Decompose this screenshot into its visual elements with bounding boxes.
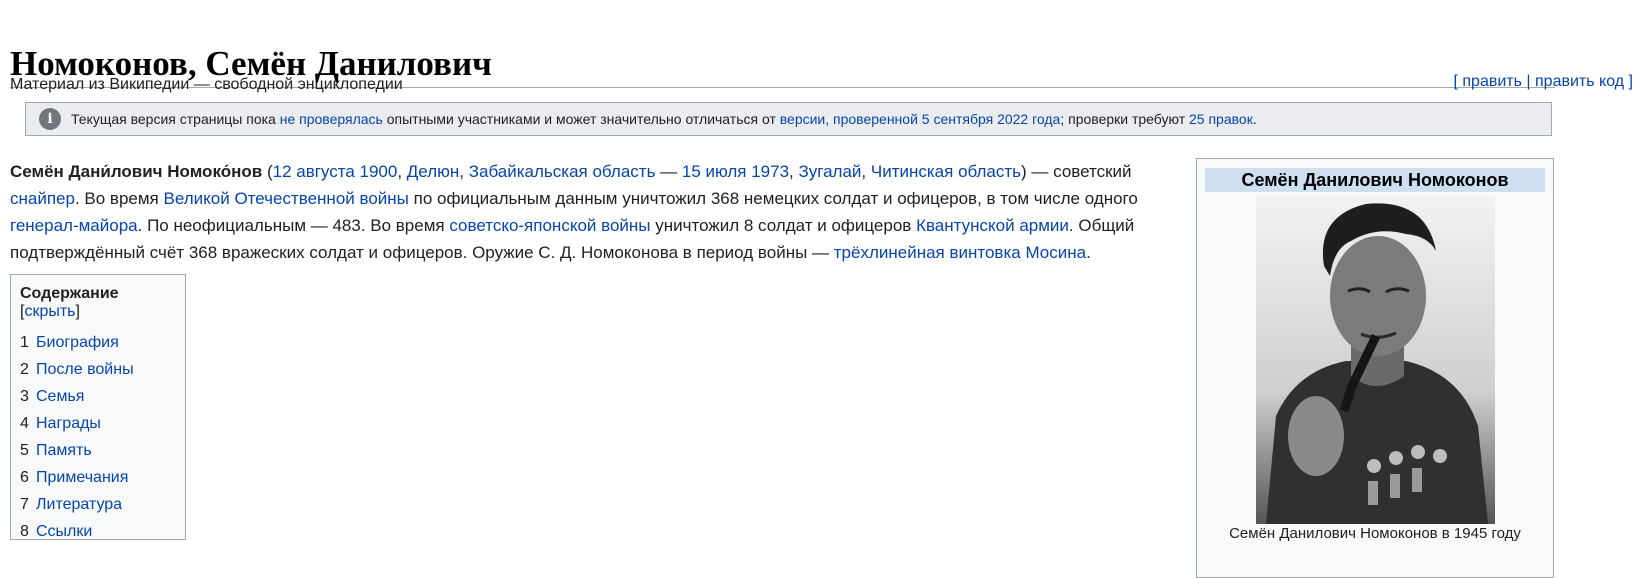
toc-item-link[interactable]: Награды [36, 415, 101, 432]
toc-hide-bracket: ] [75, 303, 80, 320]
lead-text: . Во время [74, 189, 164, 208]
birth-region-link[interactable]: Забайкальская область [469, 162, 656, 181]
toc-item[interactable]: 6 Примечания [20, 464, 176, 491]
info-icon: i [39, 108, 61, 130]
lead-text: ( [262, 162, 273, 181]
toc-item[interactable]: 7 Литература [20, 491, 176, 518]
toc-item-number: 7 [20, 496, 29, 513]
infobox-title: Семён Данилович Номоконов [1205, 168, 1545, 192]
lead-text: , [459, 162, 469, 181]
edit-link[interactable]: править [1462, 73, 1522, 90]
edit-separator: | [1526, 73, 1531, 90]
soviet-japanese-war-link[interactable]: советско-японской войны [449, 216, 650, 235]
edit-bracket-open: [ [1453, 73, 1458, 90]
pending-edits-link[interactable]: 25 правок [1189, 111, 1253, 127]
toc-item[interactable]: 4 Награды [20, 410, 176, 437]
edit-source-link[interactable]: править код [1535, 73, 1624, 90]
toc-list: 1 Биография 2 После войны 3 Семья 4 Награды 5 Пам… [20, 329, 176, 545]
toc-item-link[interactable]: Семья [36, 388, 84, 405]
mosin-rifle-link[interactable]: трёхлинейная винтовка Мосина [834, 243, 1086, 262]
toc-item[interactable]: 2 После войны [20, 356, 176, 383]
toc-title: Содержание [20, 285, 119, 302]
lead-text: уничтожил 8 солдат и офицеров [650, 216, 917, 235]
notice-text-1: Текущая версия страницы пока [71, 111, 280, 127]
lead-text: — [655, 162, 682, 181]
lead-text: ) — советский [1021, 162, 1132, 181]
toc-item-number: 5 [20, 442, 29, 459]
subject-name: Семён Дани́лович Номоко́нов [10, 162, 263, 181]
great-patriotic-war-link[interactable]: Великой Отечественной войны [164, 189, 409, 208]
death-place-link[interactable]: Зугалай [799, 162, 862, 181]
portrait-photo[interactable] [1256, 196, 1495, 524]
lead-text: . [1086, 243, 1091, 262]
toc-item-number: 4 [20, 415, 29, 432]
notice-text-2: опытными участниками и может значительно… [382, 111, 780, 127]
toc-item-number: 2 [20, 361, 29, 378]
sniper-link[interactable]: снайпер [10, 189, 75, 208]
toc-item-number: 3 [20, 388, 29, 405]
major-general-link[interactable]: генерал-майора [10, 216, 138, 235]
toc-hide-button[interactable]: скрыть [24, 303, 75, 320]
notice-text-3: ; проверки требуют [1060, 111, 1190, 127]
toc-item[interactable]: 1 Биография [20, 329, 176, 356]
toc-item-link[interactable]: Ссылки [36, 523, 92, 540]
toc-header: Содержание [скрыть] [20, 285, 176, 321]
review-notice: i Текущая версия страницы пока не провер… [25, 102, 1552, 136]
toc-item[interactable]: 8 Ссылки [20, 518, 176, 545]
unreviewed-link[interactable]: не проверялась [280, 111, 383, 127]
lead-paragraph: Семён Дани́лович Номоко́нов (12 августа … [10, 158, 1160, 266]
edit-links: [ править | править код ] [1453, 73, 1633, 91]
lead-text: , [789, 162, 799, 181]
toc-item-link[interactable]: Литература [36, 496, 122, 513]
birth-date-link[interactable]: 12 августа 1900 [273, 162, 398, 181]
notice-text-4: . [1252, 111, 1257, 127]
infobox: Семён Данилович Номоконов Семён Данилови… [1196, 158, 1554, 578]
lead-text: по официальным данным уничтожил 368 неме… [408, 189, 1138, 208]
toc-item-link[interactable]: Примечания [36, 469, 128, 486]
lead-text: , [861, 162, 871, 181]
notice-text: Текущая версия страницы пока не проверял… [71, 111, 1257, 127]
toc-item-link[interactable]: Память [36, 442, 92, 459]
table-of-contents: Содержание [скрыть] 1 Биография 2 После вой… [10, 274, 186, 540]
edit-bracket-close: ] [1628, 73, 1633, 90]
lead-text: , [397, 162, 407, 181]
toc-item-number: 6 [20, 469, 29, 486]
reviewed-version-link[interactable]: версии, проверенной 5 сентября 2022 года [780, 111, 1061, 127]
toc-item-number: 1 [20, 334, 29, 351]
toc-item-link[interactable]: Биография [36, 334, 119, 351]
death-date-link[interactable]: 15 июля 1973 [682, 162, 789, 181]
death-region-link[interactable]: Читинская область [871, 162, 1021, 181]
kwantung-army-link[interactable]: Квантунской армии [916, 216, 1069, 235]
toc-item[interactable]: 5 Память [20, 437, 176, 464]
toc-item-number: 8 [20, 523, 29, 540]
lead-text: . По неофициальным — 483. Во время [137, 216, 450, 235]
photo-caption: Семён Данилович Номоконов в 1945 году [1229, 525, 1521, 542]
birth-place-link[interactable]: Делюн [407, 162, 459, 181]
toc-item-link[interactable]: После войны [36, 361, 134, 378]
site-subtitle: Материал из Википедии — свободной энцикл… [10, 76, 403, 93]
toc-item[interactable]: 3 Семья [20, 383, 176, 410]
